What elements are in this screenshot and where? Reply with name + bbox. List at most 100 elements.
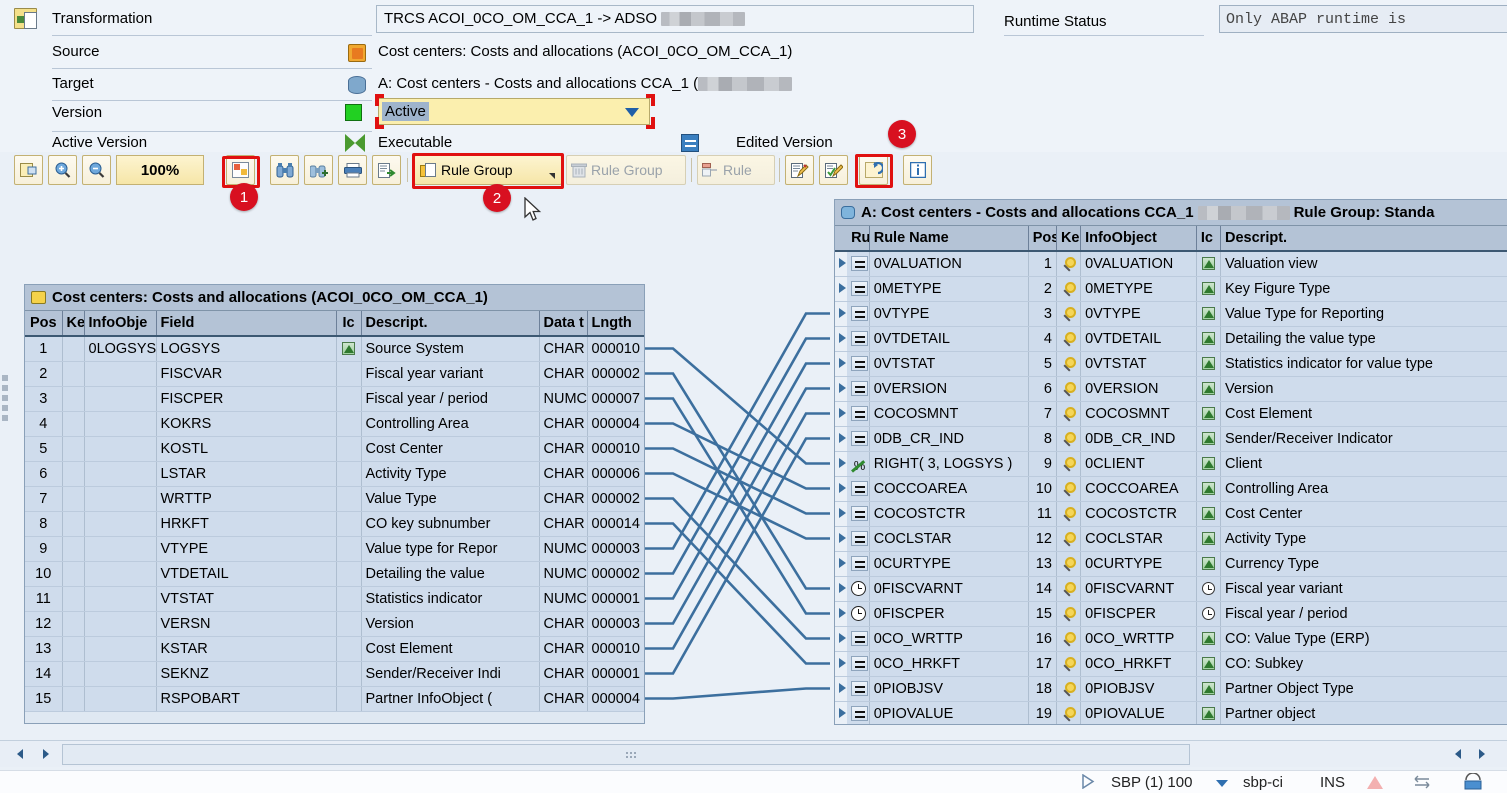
rule-col-5[interactable]: Ic <box>1196 226 1222 252</box>
source-table-row[interactable]: 4 KOKRS Controlling Area CHAR 000004 <box>25 411 644 437</box>
equals-icon[interactable] <box>851 530 869 546</box>
export-button[interactable] <box>372 155 401 185</box>
rule-type-icon[interactable] <box>847 526 870 552</box>
equals-icon[interactable] <box>851 555 869 571</box>
rule-name[interactable]: 0CO_WRTTP <box>869 626 1029 652</box>
rule-type-icon[interactable] <box>847 501 870 527</box>
scroll-right-button[interactable] <box>36 744 56 764</box>
source-table-row[interactable]: 14 SEKNZ Sender/Receiver Indi CHAR 000001 <box>25 661 644 687</box>
rule-type-icon[interactable] <box>847 401 870 427</box>
rule-type-icon[interactable] <box>847 326 870 352</box>
rule-table-row[interactable]: 0VTDETAIL 4 0VTDETAIL Detailing the value t… <box>835 326 1507 352</box>
rule-type-icon[interactable] <box>847 276 870 302</box>
rule-type-icon[interactable] <box>847 601 870 627</box>
source-field[interactable]: FISCPER <box>156 386 337 412</box>
source-field[interactable]: HRKFT <box>156 511 337 537</box>
equals-icon[interactable] <box>851 430 869 446</box>
rule-col-3[interactable]: Ke <box>1056 226 1082 252</box>
rule-type-icon[interactable] <box>847 301 870 327</box>
status-transfer-icon[interactable] <box>1412 775 1432 792</box>
rule-table-row[interactable]: 0FISCVARNT 14 0FISCVARNT Fiscal year varian… <box>835 576 1507 602</box>
rule-mapping-table[interactable]: RuRule NamePosKeInfoObjectIcDescript. 0V… <box>835 226 1507 724</box>
source-field[interactable]: VTYPE <box>156 536 337 562</box>
source-field[interactable]: VERSN <box>156 611 337 637</box>
rule-name[interactable]: 0FISCPER <box>869 601 1029 627</box>
rule-name[interactable]: COCOSMNT <box>869 401 1029 427</box>
scroll-left-button[interactable] <box>10 744 30 764</box>
rule-name[interactable]: 0PIOVALUE <box>869 701 1029 724</box>
equals-icon[interactable] <box>851 355 869 371</box>
rule-name[interactable]: 0CURTYPE <box>869 551 1029 577</box>
source-field[interactable]: LSTAR <box>156 461 337 487</box>
source-col-0[interactable]: Pos <box>25 311 63 337</box>
source-field[interactable]: FISCVAR <box>156 361 337 387</box>
status-system[interactable]: SBP (1) 100 <box>1111 774 1192 791</box>
rule-table-row[interactable]: % RIGHT( 3, LOGSYS ) 9 0CLIENT Client <box>835 451 1507 477</box>
source-table-row[interactable]: 10 VTDETAIL Detailing the value NUMC 000002 <box>25 561 644 587</box>
source-table-row[interactable]: 2 FISCVAR Fiscal year variant CHAR 000002 <box>25 361 644 387</box>
equals-icon[interactable] <box>851 480 869 496</box>
legend-button[interactable] <box>226 155 255 185</box>
zoom-in-button[interactable] <box>48 155 77 185</box>
source-field[interactable]: VTDETAIL <box>156 561 337 587</box>
rule-table-row[interactable]: 0DB_CR_IND 8 0DB_CR_IND Sender/Receiver Ind… <box>835 426 1507 452</box>
equals-icon[interactable] <box>851 255 869 271</box>
rule-col-2[interactable]: Pos <box>1028 226 1057 252</box>
rule-table-row[interactable]: 0FISCPER 15 0FISCPER Fiscal year / period <box>835 601 1507 627</box>
source-table-row[interactable]: 12 VERSN Version CHAR 000003 <box>25 611 644 637</box>
source-col-7[interactable]: Lngth <box>587 311 644 337</box>
time-icon[interactable] <box>851 580 867 596</box>
rule-name[interactable]: 0VALUATION <box>869 251 1029 277</box>
rule-type-icon[interactable] <box>847 351 870 377</box>
rule-name[interactable]: COCCOAREA <box>869 476 1029 502</box>
source-table-row[interactable]: 15 RSPOBART Partner InfoObject (CHAR 000004 <box>25 686 644 712</box>
rule-table-row[interactable]: 0PIOVALUE 19 0PIOVALUE Partner object <box>835 701 1507 724</box>
edit-rule-button[interactable] <box>785 155 814 185</box>
rule-table-row[interactable]: 0CURTYPE 13 0CURTYPE Currency Type <box>835 551 1507 577</box>
formula-icon[interactable]: % <box>851 458 868 473</box>
rule-table-row[interactable]: 0PIOBJSV 18 0PIOBJSV Partner Object Type <box>835 676 1507 702</box>
rule-table-row[interactable]: 0VERSION 6 0VERSION Version <box>835 376 1507 402</box>
rule-name[interactable]: 0CO_HRKFT <box>869 651 1029 677</box>
source-field[interactable]: KSTAR <box>156 636 337 662</box>
rule-name[interactable]: 0PIOBJSV <box>869 676 1029 702</box>
rule-col-6[interactable]: Descript. <box>1220 226 1507 252</box>
rule-name[interactable]: 0METYPE <box>869 276 1029 302</box>
equals-icon[interactable] <box>851 305 869 321</box>
source-table-row[interactable]: 6 LSTAR Activity Type CHAR 000006 <box>25 461 644 487</box>
status-play-icon[interactable] <box>1081 773 1095 792</box>
source-table-row[interactable]: 5 KOSTL Cost Center CHAR 000010 <box>25 436 644 462</box>
zoom-level-display[interactable]: 100% <box>116 155 204 185</box>
rule-name[interactable]: RIGHT( 3, LOGSYS ) <box>869 451 1029 477</box>
source-field[interactable]: LOGSYS <box>156 336 337 362</box>
rule-name[interactable]: 0VERSION <box>869 376 1029 402</box>
horizontal-scrollbar-thumb[interactable] <box>62 744 1190 765</box>
rule-table-row[interactable]: COCOSMNT 7 COCOSMNT Cost Element <box>835 401 1507 427</box>
equals-icon[interactable] <box>851 705 869 721</box>
source-table-row[interactable]: 11 VTSTAT Statistics indicator NUMC 000001 <box>25 586 644 612</box>
status-window-icon[interactable] <box>1462 772 1484 793</box>
rule-name[interactable]: COCLSTAR <box>869 526 1029 552</box>
new-window-button[interactable] <box>14 155 43 185</box>
rule-type-icon[interactable] <box>847 676 870 702</box>
equals-icon[interactable] <box>851 630 869 646</box>
check-rule-button[interactable] <box>819 155 848 185</box>
source-col-4[interactable]: Ic <box>336 311 362 337</box>
rule-table-row[interactable]: 0VTYPE 3 0VTYPE Value Type for Reporting <box>835 301 1507 327</box>
rule-table-row[interactable]: COCCOAREA 10 COCCOAREA Controlling Area <box>835 476 1507 502</box>
rule-table-row[interactable]: COCLSTAR 12 COCLSTAR Activity Type <box>835 526 1507 552</box>
create-rule-group-button[interactable]: Rule Group <box>414 155 562 185</box>
source-field[interactable]: KOSTL <box>156 436 337 462</box>
rule-name[interactable]: 0VTYPE <box>869 301 1029 327</box>
source-col-5[interactable]: Descript. <box>361 311 540 337</box>
equals-icon[interactable] <box>851 330 869 346</box>
rule-name[interactable]: COCOSTCTR <box>869 501 1029 527</box>
rule-type-icon[interactable] <box>847 626 870 652</box>
rule-name[interactable]: 0FISCVARNT <box>869 576 1029 602</box>
source-col-1[interactable]: Ke <box>62 311 85 337</box>
info-button[interactable] <box>903 155 932 185</box>
find-button[interactable] <box>270 155 299 185</box>
status-mode[interactable]: INS <box>1320 774 1345 791</box>
rule-table-row[interactable]: 0METYPE 2 0METYPE Key Figure Type <box>835 276 1507 302</box>
find-next-button[interactable] <box>304 155 333 185</box>
